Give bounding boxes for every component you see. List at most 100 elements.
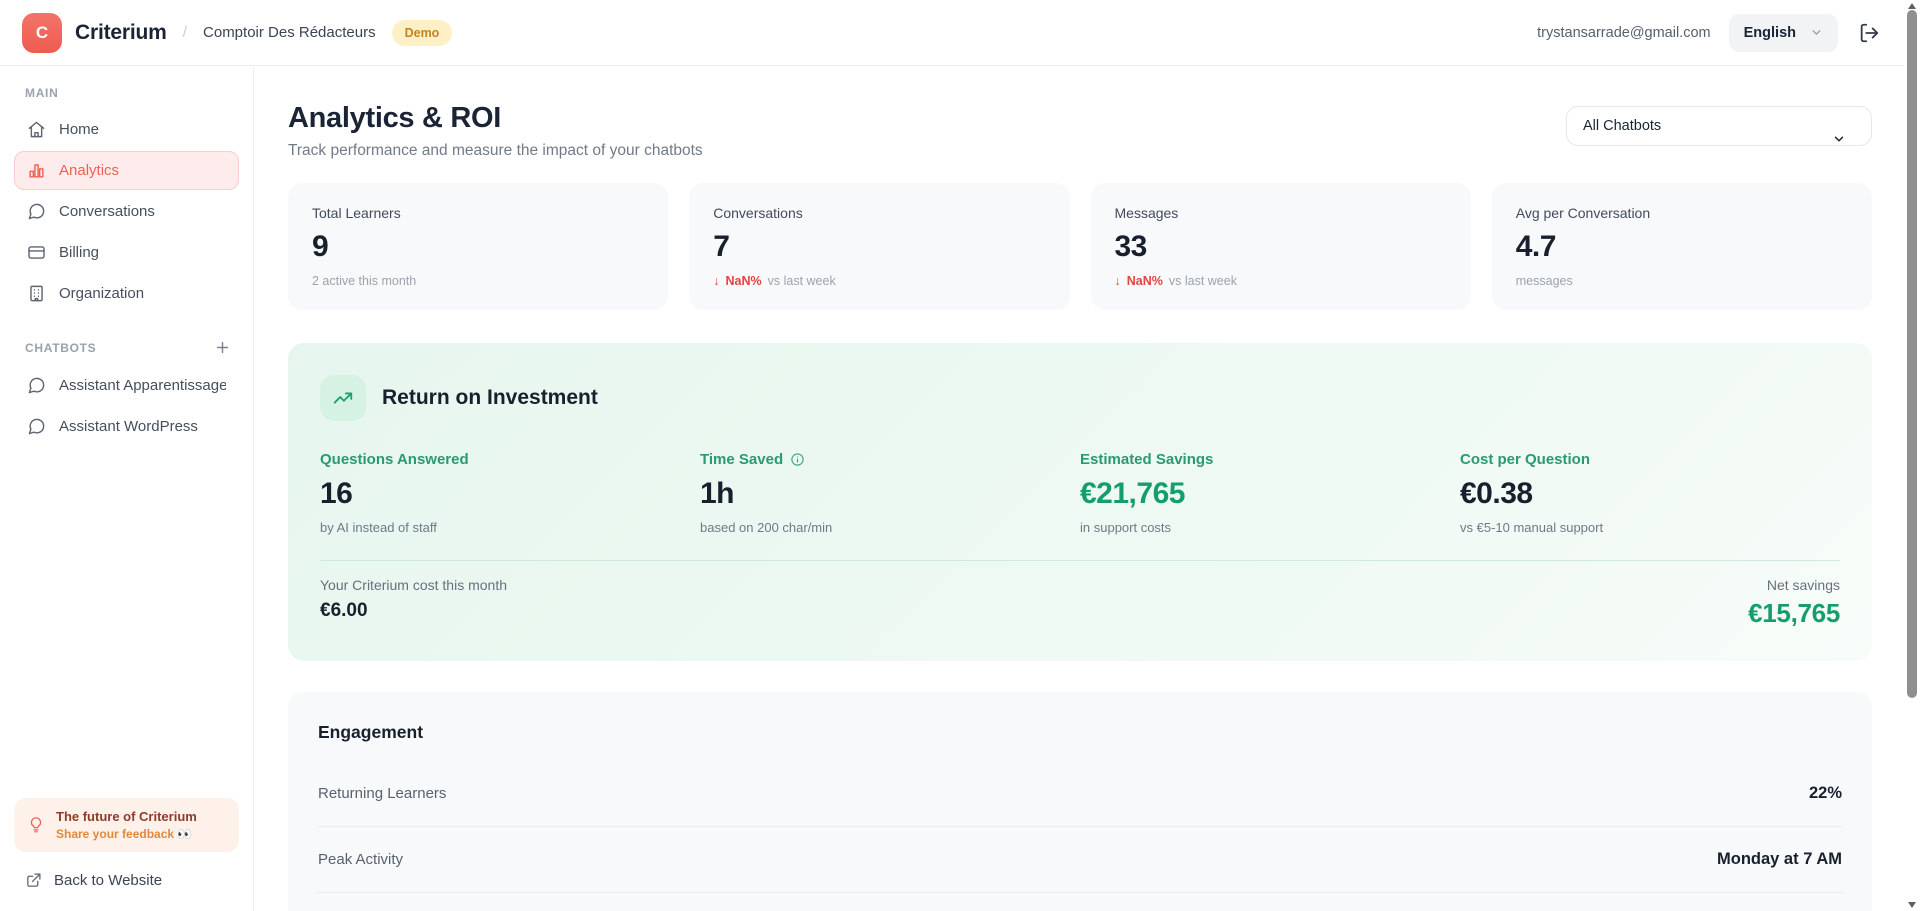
roi-metric-label: Cost per Question <box>1460 451 1840 468</box>
back-to-website-label: Back to Website <box>54 872 162 889</box>
trend-suffix: vs last week <box>1169 274 1237 288</box>
brand-link[interactable]: C Criterium <box>22 13 167 53</box>
sidebar-chatbot-apparentissage[interactable]: Assistant Apparentissage ... <box>14 366 239 405</box>
roi-divider <box>320 560 1840 561</box>
lightbulb-icon <box>27 816 45 834</box>
page-head: Analytics & ROI Track performance and me… <box>288 102 1872 160</box>
roi-metric-label-text: Questions Answered <box>320 451 469 468</box>
scrollbar-thumb[interactable] <box>1907 10 1917 698</box>
sidebar-section-chatbots-row: CHATBOTS <box>14 339 239 356</box>
stat-label: Total Learners <box>312 205 644 221</box>
chat-bubble-icon <box>27 202 46 221</box>
language-label: English <box>1744 25 1796 41</box>
roi-title: Return on Investment <box>382 386 598 410</box>
roi-metric-value: €0.38 <box>1460 477 1840 511</box>
roi-net-value: €15,765 <box>1748 598 1840 629</box>
stat-label: Avg per Conversation <box>1516 205 1848 221</box>
stat-value: 7 <box>713 230 1045 264</box>
trend-suffix: vs last week <box>768 274 836 288</box>
feedback-text: The future of Criterium Share your feedb… <box>56 809 197 841</box>
roi-metric-value: 16 <box>320 477 700 511</box>
language-selector[interactable]: English <box>1729 14 1838 52</box>
chatbot-filter-select[interactable]: All Chatbots <box>1566 106 1872 146</box>
engagement-row-value: Monday at 7 AM <box>1717 850 1842 869</box>
header-right: trystansarrade@gmail.com English <box>1537 14 1880 52</box>
page-title: Analytics & ROI <box>288 102 703 135</box>
trend-value: NaN% <box>726 274 762 288</box>
trend-down-arrow-icon: ↓ <box>1115 274 1121 288</box>
main-content: Analytics & ROI Track performance and me… <box>254 66 1904 911</box>
roi-metric-label-text: Estimated Savings <box>1080 451 1213 468</box>
roi-metric-label: Estimated Savings <box>1080 451 1460 468</box>
chat-bubble-icon <box>27 376 46 395</box>
engagement-title: Engagement <box>318 722 1842 743</box>
stat-value: 4.7 <box>1516 230 1848 264</box>
sidebar-item-organization[interactable]: Organization <box>14 274 239 313</box>
stat-label: Messages <box>1115 205 1447 221</box>
feedback-subtitle: Share your feedback 👀 <box>56 827 197 841</box>
back-to-website-link[interactable]: Back to Website <box>25 872 239 889</box>
page-head-text: Analytics & ROI Track performance and me… <box>288 102 703 160</box>
roi-metric-cost-per-question: Cost per Question €0.38 vs €5-10 manual … <box>1460 451 1840 535</box>
roi-footer: Your Criterium cost this month €6.00 Net… <box>320 577 1840 629</box>
stat-label: Conversations <box>713 205 1045 221</box>
scrollbar-down-arrow-icon[interactable] <box>1908 902 1916 908</box>
stats-grid: Total Learners 9 2 active this month Con… <box>288 183 1872 310</box>
add-chatbot-button[interactable] <box>214 339 231 356</box>
roi-metric-label: Questions Answered <box>320 451 700 468</box>
roi-cost-label: Your Criterium cost this month <box>320 577 507 593</box>
trend-value: NaN% <box>1127 274 1163 288</box>
trend-down-arrow-icon: ↓ <box>713 274 719 288</box>
sidebar-item-analytics[interactable]: Analytics <box>14 151 239 190</box>
info-icon[interactable] <box>790 452 805 467</box>
roi-head: Return on Investment <box>320 375 1840 421</box>
engagement-row-label: Peak Activity <box>318 851 403 868</box>
roi-cost: Your Criterium cost this month €6.00 <box>320 577 507 622</box>
roi-net-label: Net savings <box>1748 577 1840 593</box>
external-link-icon <box>25 872 42 889</box>
roi-section: Return on Investment Questions Answered … <box>288 343 1872 661</box>
stat-card-messages: Messages 33 ↓ NaN% vs last week <box>1091 183 1471 310</box>
sidebar-item-home[interactable]: Home <box>14 110 239 149</box>
engagement-row-peak-activity: Peak Activity Monday at 7 AM <box>318 827 1842 893</box>
roi-metric-sub: in support costs <box>1080 520 1460 535</box>
feedback-card[interactable]: The future of Criterium Share your feedb… <box>14 798 239 852</box>
stat-trend: ↓ NaN% vs last week <box>713 274 1045 288</box>
sidebar-spacer <box>14 448 239 798</box>
sidebar-item-conversations[interactable]: Conversations <box>14 192 239 231</box>
roi-metric-value: €21,765 <box>1080 477 1460 511</box>
feedback-title: The future of Criterium <box>56 809 197 824</box>
page-scrollbar[interactable] <box>1904 0 1920 911</box>
sidebar-item-billing[interactable]: Billing <box>14 233 239 272</box>
stat-sub: 2 active this month <box>312 274 644 288</box>
roi-metric-label-text: Time Saved <box>700 451 783 468</box>
chevron-down-icon <box>1810 26 1823 39</box>
roi-metric-questions-answered: Questions Answered 16 by AI instead of s… <box>320 451 700 535</box>
logout-button[interactable] <box>1858 22 1880 44</box>
engagement-row-value: 22% <box>1809 784 1842 803</box>
scrollbar-up-arrow-icon[interactable] <box>1908 3 1916 9</box>
engagement-row-label: Returning Learners <box>318 785 446 802</box>
top-header: C Criterium / Comptoir Des Rédacteurs De… <box>0 0 1904 66</box>
trending-up-icon <box>320 375 366 421</box>
chatbot-filter-wrap: All Chatbots <box>1566 106 1872 146</box>
user-email: trystansarrade@gmail.com <box>1537 25 1710 41</box>
stat-sub: messages <box>1516 274 1848 288</box>
roi-metric-estimated-savings: Estimated Savings €21,765 in support cos… <box>1080 451 1460 535</box>
stat-value: 9 <box>312 230 644 264</box>
roi-metric-time-saved: Time Saved 1h based on 200 char/min <box>700 451 1080 535</box>
stat-card-total-learners: Total Learners 9 2 active this month <box>288 183 668 310</box>
stat-trend: ↓ NaN% vs last week <box>1115 274 1447 288</box>
sidebar-chatbot-label: Assistant WordPress <box>59 418 198 435</box>
demo-badge: Demo <box>392 20 453 46</box>
plus-icon <box>214 339 231 356</box>
roi-metric-label: Time Saved <box>700 451 1080 468</box>
engagement-section: Engagement Returning Learners 22% Peak A… <box>288 692 1872 911</box>
engagement-rows: Returning Learners 22% Peak Activity Mon… <box>318 761 1842 893</box>
stat-card-avg-per-conversation: Avg per Conversation 4.7 messages <box>1492 183 1872 310</box>
roi-cost-value: €6.00 <box>320 600 507 622</box>
roi-net-savings: Net savings €15,765 <box>1748 577 1840 629</box>
sidebar-chatbot-wordpress[interactable]: Assistant WordPress <box>14 407 239 446</box>
sidebar-item-label: Analytics <box>59 162 119 179</box>
criterium-logo: C <box>22 13 62 53</box>
